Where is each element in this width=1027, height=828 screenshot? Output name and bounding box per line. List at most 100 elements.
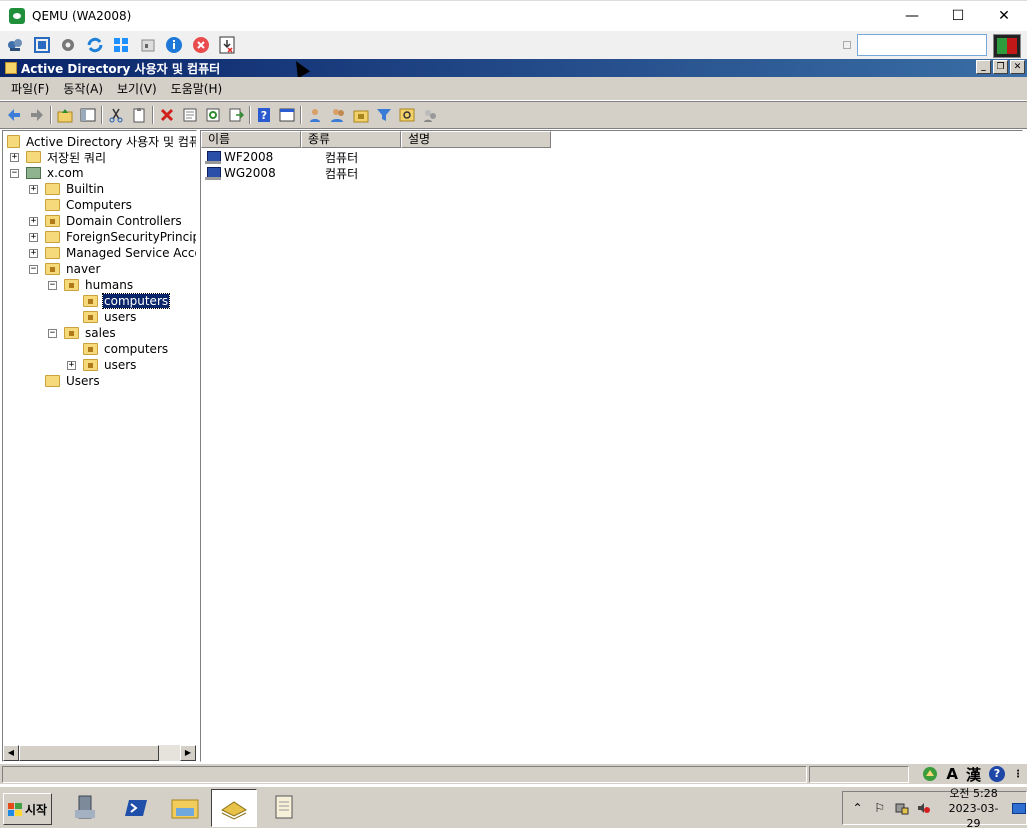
menu-file[interactable]: 파일(F) xyxy=(4,80,56,97)
clock[interactable]: 오전 5:28 2023-03-29 xyxy=(943,786,1003,828)
settings-icon[interactable] xyxy=(57,34,79,56)
color-mode-button[interactable] xyxy=(993,34,1021,58)
up-level-icon[interactable] xyxy=(55,106,74,125)
cut-icon[interactable] xyxy=(106,106,125,125)
new-ou-icon[interactable] xyxy=(351,106,370,125)
list-item[interactable]: WF2008 컴퓨터 xyxy=(205,149,358,165)
add-to-group-icon[interactable] xyxy=(420,106,439,125)
help-icon[interactable]: ? xyxy=(254,106,273,125)
tree-item-sales-computers[interactable]: computers xyxy=(67,341,169,357)
fullscreen-icon[interactable] xyxy=(31,34,53,56)
tree-item-humans-users[interactable]: users xyxy=(67,309,137,325)
collapse-toggle[interactable]: − xyxy=(48,280,57,290)
menu-help[interactable]: 도움말(H) xyxy=(164,80,230,97)
new-user-icon[interactable] xyxy=(305,106,324,125)
mmc-minimize-button[interactable]: _ xyxy=(976,60,991,74)
tree-item-sales-users[interactable]: + users xyxy=(67,357,137,373)
column-header-name[interactable]: 이름 xyxy=(201,131,301,148)
scroll-right-button[interactable]: ▶ xyxy=(180,745,196,761)
maximize-button[interactable]: ☐ xyxy=(935,1,981,31)
tree-item-sales[interactable]: − sales xyxy=(48,325,117,341)
domain-icon xyxy=(26,167,41,179)
tree-item-humans[interactable]: − humans xyxy=(48,277,134,293)
ime-options-icon[interactable]: ⋮ xyxy=(1009,769,1027,780)
expand-toggle[interactable]: + xyxy=(10,152,19,162)
menu-action[interactable]: 동작(A) xyxy=(56,80,110,97)
collapse-toggle[interactable]: − xyxy=(48,328,57,338)
export-list-icon[interactable] xyxy=(226,106,245,125)
snapshot-icon[interactable] xyxy=(216,34,238,56)
tree-item-builtin[interactable]: + Builtin xyxy=(29,181,105,197)
ime-mode-toggle[interactable]: A xyxy=(942,765,962,783)
scroll-left-button[interactable]: ◀ xyxy=(3,745,19,761)
ou-folder-icon xyxy=(64,279,79,291)
expand-toggle[interactable]: + xyxy=(29,232,38,242)
scroll-thumb[interactable] xyxy=(19,745,159,761)
collapse-toggle[interactable]: − xyxy=(29,264,38,274)
network-tray-icon[interactable] xyxy=(894,800,909,816)
windows-flag-icon xyxy=(7,802,22,816)
tree-item-managed-service-accounts[interactable]: + Managed Service Acco xyxy=(29,245,196,261)
usb-icon[interactable] xyxy=(137,34,159,56)
new-group-icon[interactable] xyxy=(328,106,347,125)
expand-toggle[interactable]: + xyxy=(29,248,38,258)
close-button[interactable]: ✕ xyxy=(981,1,1027,31)
show-hide-tree-icon[interactable] xyxy=(78,106,97,125)
expand-toggle[interactable]: + xyxy=(29,216,38,226)
ad-users-computers-taskbar-icon[interactable] xyxy=(211,789,257,827)
back-arrow-icon[interactable] xyxy=(4,106,23,125)
search-checkbox[interactable] xyxy=(843,41,851,49)
filter-icon[interactable] xyxy=(374,106,393,125)
minimize-button[interactable]: — xyxy=(889,1,935,31)
network-icon[interactable] xyxy=(4,34,26,56)
collapse-toggle[interactable]: − xyxy=(10,168,19,178)
menu-view[interactable]: 보기(V) xyxy=(110,80,164,97)
tree-pane[interactable]: Active Directory 사용자 및 컴퓨 + 저장된 쿼리 − x.c… xyxy=(2,130,197,762)
refresh-list-icon[interactable] xyxy=(203,106,222,125)
tree-item-saved-queries[interactable]: + 저장된 쿼리 xyxy=(10,149,107,165)
mmc-close-button[interactable]: ✕ xyxy=(1010,60,1025,74)
tree-item-naver[interactable]: − naver xyxy=(29,261,101,277)
tree-item-users[interactable]: Users xyxy=(29,373,101,389)
paste-icon[interactable] xyxy=(129,106,148,125)
info-icon[interactable] xyxy=(163,34,185,56)
forward-arrow-icon[interactable] xyxy=(27,106,46,125)
tree-label: users xyxy=(104,358,137,372)
console-window-icon[interactable] xyxy=(277,106,296,125)
action-center-flag-icon[interactable]: ⚐ xyxy=(872,800,887,816)
power-off-icon[interactable] xyxy=(190,34,212,56)
speaker-muted-icon[interactable] xyxy=(916,800,931,816)
ime-help-icon[interactable]: ? xyxy=(989,766,1005,782)
host-search-input[interactable] xyxy=(857,34,987,56)
computer-icon xyxy=(205,150,221,164)
tree-item-humans-computers[interactable]: computers xyxy=(67,293,171,309)
ime-settings-icon[interactable] xyxy=(918,766,942,782)
list-item[interactable]: WG2008 컴퓨터 xyxy=(205,165,358,181)
powershell-taskbar-icon[interactable] xyxy=(112,789,158,827)
ime-hanja-button[interactable]: 漢 xyxy=(962,764,985,785)
notepad-taskbar-icon[interactable] xyxy=(261,789,307,827)
column-header-description[interactable]: 설명 xyxy=(401,131,551,148)
explorer-taskbar-icon[interactable] xyxy=(162,789,208,827)
tree-label: Computers xyxy=(66,198,132,212)
list-pane[interactable]: 이름 종류 설명 WF2008 컴퓨터 WG2008 컴퓨터 xyxy=(200,130,1023,762)
show-desktop-icon[interactable] xyxy=(1011,802,1026,814)
tree-item-computers[interactable]: Computers xyxy=(29,197,133,213)
start-button[interactable]: 시작 xyxy=(3,793,52,825)
expand-toggle[interactable]: + xyxy=(29,184,38,194)
tree-horizontal-scrollbar[interactable]: ◀ ▶ xyxy=(3,745,196,761)
column-header-type[interactable]: 종류 xyxy=(301,131,401,148)
properties-icon[interactable] xyxy=(180,106,199,125)
tree-item-domain[interactable]: − x.com xyxy=(10,165,85,181)
find-icon[interactable] xyxy=(397,106,416,125)
refresh-icon[interactable] xyxy=(84,34,106,56)
tree-item-domain-controllers[interactable]: + Domain Controllers xyxy=(29,213,183,229)
show-hidden-icons-icon[interactable]: ⌃ xyxy=(850,800,865,816)
delete-icon[interactable] xyxy=(157,106,176,125)
tree-root[interactable]: Active Directory 사용자 및 컴퓨 xyxy=(7,133,196,149)
windows-icon[interactable] xyxy=(110,34,132,56)
server-manager-taskbar-icon[interactable] xyxy=(62,789,108,827)
tree-item-foreign-security-principals[interactable]: + ForeignSecurityPrincipa xyxy=(29,229,196,245)
mmc-restore-button[interactable]: ❐ xyxy=(993,60,1008,74)
expand-toggle[interactable]: + xyxy=(67,360,76,370)
